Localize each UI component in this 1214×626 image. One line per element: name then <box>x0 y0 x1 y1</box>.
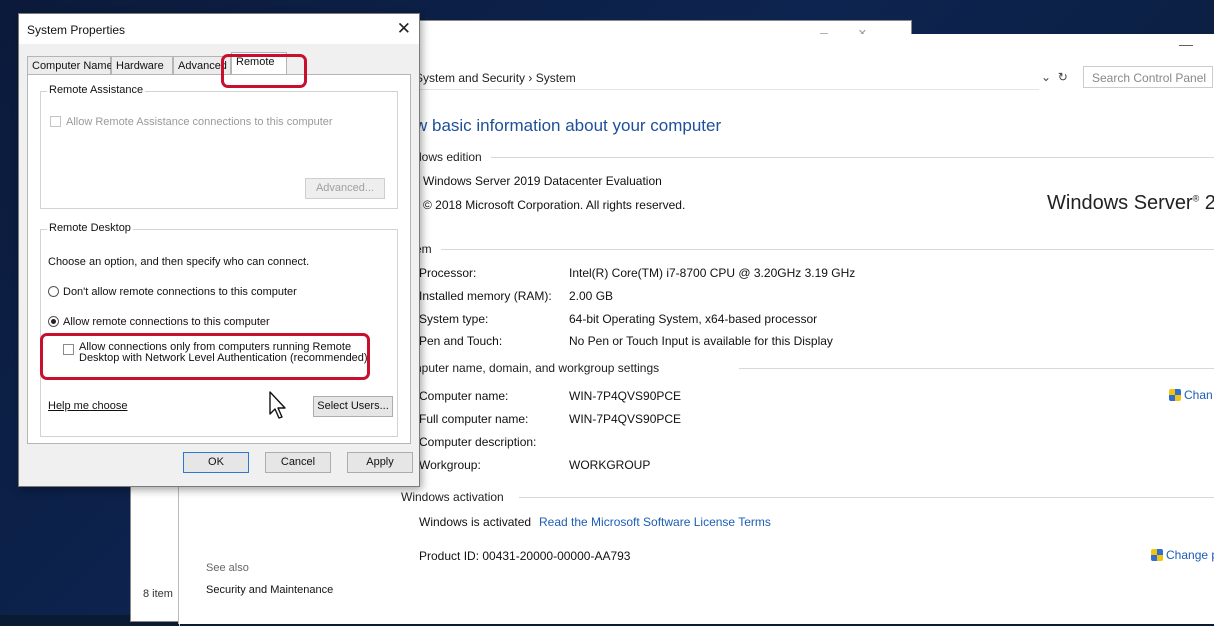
dialog-title-bar[interactable]: System Properties ✕ <box>19 14 419 44</box>
search-input[interactable]: Search Control Panel <box>1083 66 1213 88</box>
system-properties-dialog: System Properties ✕ Computer Name Hardwa… <box>18 13 420 487</box>
section-divider <box>441 249 1214 250</box>
minimize-button[interactable]: — <box>1179 36 1193 52</box>
full-computer-name-label: Full computer name: <box>419 412 529 426</box>
change-settings-link[interactable]: Chan <box>1169 388 1213 402</box>
ok-button[interactable]: OK <box>183 452 249 473</box>
processor-label: Processor: <box>419 266 477 280</box>
highlight-nla-checkbox <box>40 333 370 380</box>
advanced-button: Advanced... <box>305 178 385 199</box>
full-computer-name-value: WIN-7P4QVS90PCE <box>569 412 682 426</box>
dont-allow-radio[interactable]: Don't allow remote connections to this c… <box>48 286 297 298</box>
memory-value: 2.00 GB <box>569 289 614 303</box>
section-computer-name: nputer name, domain, and workgroup setti… <box>415 361 660 375</box>
remote-assistance-heading: Remote Assistance <box>47 84 146 96</box>
explorer-status-count: 8 item <box>143 588 173 600</box>
pen-touch-label: Pen and Touch: <box>419 334 503 348</box>
mouse-cursor-icon <box>269 391 286 419</box>
remote-assistance-group: Remote Assistance Allow Remote Assistanc… <box>40 84 398 209</box>
radio-off <box>48 286 59 297</box>
breadcrumb[interactable]: System and Security › System <box>415 71 576 85</box>
activation-status: Windows is activated <box>419 515 532 529</box>
uac-shield-icon <box>1151 549 1163 561</box>
allow-remote-radio[interactable]: Allow remote connections to this compute… <box>48 316 270 328</box>
workgroup-value: WORKGROUP <box>569 458 651 472</box>
uac-shield-icon <box>1169 389 1181 401</box>
workgroup-label: Workgroup: <box>419 458 481 472</box>
computer-name-label: Computer name: <box>419 389 509 403</box>
section-divider <box>739 368 1214 369</box>
change-product-key-link[interactable]: Change p <box>1151 548 1214 562</box>
license-terms-link[interactable]: Read the Microsoft Software License Term… <box>539 515 771 529</box>
pen-touch-value: No Pen or Touch Input is available for t… <box>569 334 833 348</box>
processor-value: Intel(R) Core(TM) i7-8700 CPU @ 3.20GHz … <box>569 266 856 280</box>
product-id: Product ID: 00431-20000-00000-AA793 <box>419 549 631 563</box>
dialog-title: System Properties <box>27 23 126 37</box>
computer-name-value: WIN-7P4QVS90PCE <box>569 389 682 403</box>
section-divider <box>519 497 1214 498</box>
page-title: w basic information about your computer <box>415 116 722 135</box>
cancel-button[interactable]: Cancel <box>265 452 331 473</box>
tab-hardware[interactable]: Hardware <box>111 56 173 74</box>
memory-label: Installed memory (RAM): <box>419 289 552 303</box>
select-users-button[interactable]: Select Users... <box>313 396 393 417</box>
remote-desktop-instruction: Choose an option, and then specify who c… <box>48 256 310 268</box>
allow-remote-assistance-checkbox: Allow Remote Assistance connections to t… <box>50 116 333 128</box>
remote-tab-panel: Remote Assistance Allow Remote Assistanc… <box>27 74 411 444</box>
radio-on <box>48 316 59 327</box>
system-type-value: 64-bit Operating System, x64-based proce… <box>569 312 818 326</box>
section-activation: Windows activation <box>401 490 504 504</box>
apply-button[interactable]: Apply <box>347 452 413 473</box>
windows-server-brand: Windows Server® 201 <box>1047 192 1214 214</box>
address-tools[interactable]: ⌄ ↻ <box>1041 70 1068 84</box>
section-divider <box>491 157 1214 158</box>
checkbox-box <box>50 116 61 127</box>
see-also-heading: See also <box>206 562 249 574</box>
close-icon[interactable]: ✕ <box>397 19 411 39</box>
computer-description-label: Computer description: <box>419 435 537 449</box>
highlight-remote-tab <box>221 54 307 88</box>
chevron-down-icon[interactable]: ⌄ <box>1041 70 1051 84</box>
security-maintenance-link[interactable]: Security and Maintenance <box>206 584 333 596</box>
help-me-choose-link[interactable]: Help me choose <box>48 400 128 412</box>
copyright: © 2018 Microsoft Corporation. All rights… <box>423 198 686 212</box>
edition-name: Windows Server 2019 Datacenter Evaluatio… <box>423 174 662 188</box>
refresh-icon[interactable]: ↻ <box>1058 70 1068 84</box>
system-type-label: System type: <box>419 312 489 326</box>
section-edition: dows edition <box>415 150 482 164</box>
remote-desktop-heading: Remote Desktop <box>47 222 133 234</box>
tab-computer-name[interactable]: Computer Name <box>27 56 113 74</box>
